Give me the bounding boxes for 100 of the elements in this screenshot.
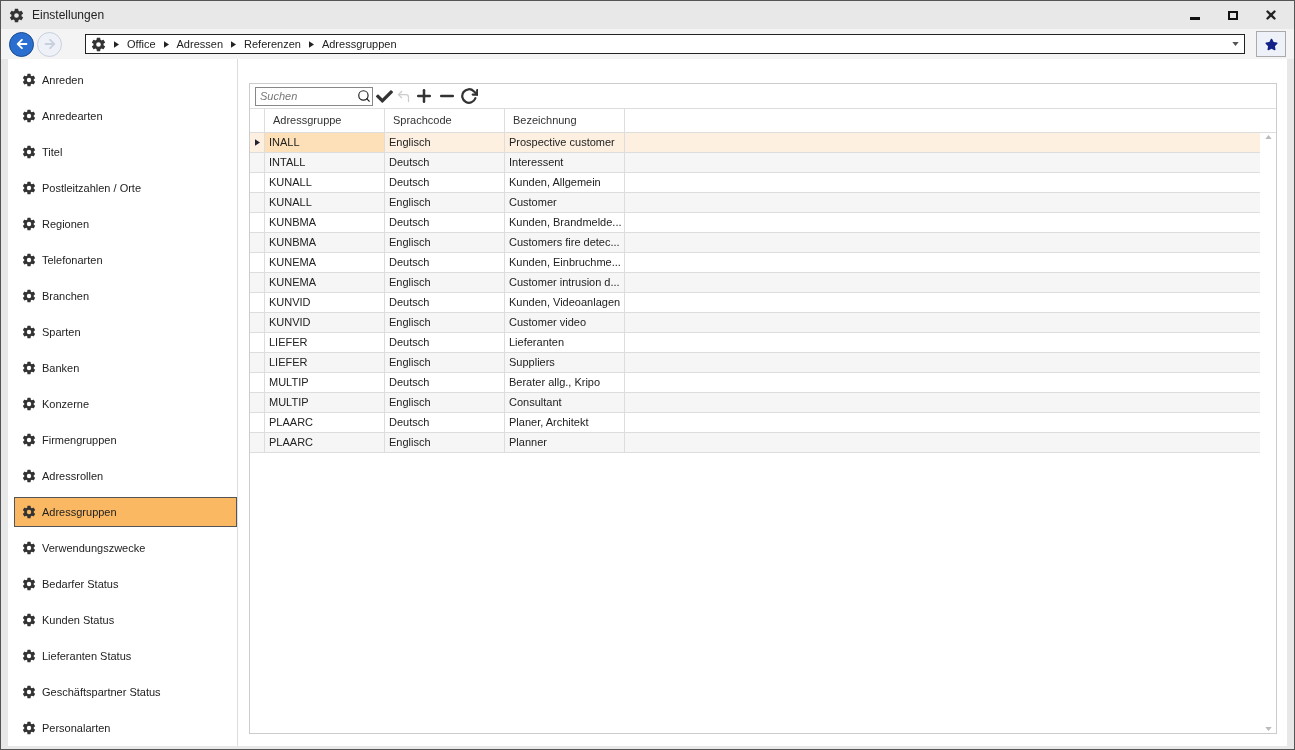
table-row[interactable]: INALL Englisch Prospective customer [250,133,1260,153]
table-cell: Customer intrusion d... [505,273,625,292]
table-cell: LIEFER [265,353,385,372]
sidebar-item[interactable]: Regionen [14,209,237,239]
forward-arrow-icon [43,38,56,50]
table-cell: KUNALL [265,173,385,192]
table-row[interactable]: KUNVID Deutsch Kunden, Videoanlagen [250,293,1260,313]
settings-icon [22,217,36,231]
table-cell: KUNVID [265,293,385,312]
add-icon[interactable] [414,86,434,106]
sidebar-item[interactable]: Adressgruppen [14,497,237,527]
sidebar-item[interactable]: Konzerne [14,389,237,419]
search-icon[interactable] [357,88,371,103]
sidebar-item[interactable]: Anreden [14,65,237,95]
dropdown-icon [1232,42,1239,46]
sidebar-item[interactable]: Anredearten [14,101,237,131]
settings-icon [22,469,36,483]
table-cell: INALL [265,133,385,152]
table-cell: KUNALL [265,193,385,212]
sidebar-item[interactable]: Sparten [14,317,237,347]
table-cell: Prospective customer [505,133,625,152]
settings-icon [22,685,36,699]
sidebar-item[interactable]: Postleitzahlen / Orte [14,173,237,203]
column-header[interactable]: Bezeichnung [505,109,625,132]
row-indicator-icon [254,139,260,146]
sidebar-item[interactable]: Verwendungszwecke [14,533,237,563]
table-row[interactable]: LIEFER Englisch Suppliers [250,353,1260,373]
sidebar-item[interactable]: Banken [14,353,237,383]
sidebar-item[interactable]: Geschäftspartner Status [14,677,237,707]
table-cell: Deutsch [385,173,505,192]
column-header[interactable]: Sprachcode [385,109,505,132]
table-cell: Kunden, Videoanlagen [505,293,625,312]
table-cell: Customer [505,193,625,212]
table-cell: Lieferanten [505,333,625,352]
table-cell: KUNEMA [265,273,385,292]
settings-icon [91,36,106,52]
settings-icon [22,397,36,411]
table-cell: PLAARC [265,413,385,432]
sidebar-item[interactable]: Lieferanten Status [14,641,237,671]
table-cell: Englisch [385,133,505,152]
table-row[interactable]: MULTIP Englisch Consultant [250,393,1260,413]
sidebar-item[interactable]: Firmengruppen [14,425,237,455]
table-row[interactable]: KUNBMA Englisch Customers fire detec... [250,233,1260,253]
table-cell: Deutsch [385,153,505,172]
scroll-up-icon [1264,135,1272,139]
settings-icon [22,721,36,735]
table-cell: Planer, Architekt [505,413,625,432]
table-cell: Consultant [505,393,625,412]
table-cell: Deutsch [385,213,505,232]
table-row[interactable]: PLAARC Deutsch Planer, Architekt [250,413,1260,433]
table-cell: KUNBMA [265,233,385,252]
breadcrumb-item[interactable]: Adressen [176,35,223,53]
sidebar-item[interactable]: Kunden Status [14,605,237,635]
settings-icon [22,541,36,555]
sidebar-item[interactable]: Branchen [14,281,237,311]
search-field[interactable]: Suchen [255,86,373,106]
breadcrumb-item[interactable]: Referenzen [244,35,301,53]
table-cell: Suppliers [505,353,625,372]
table-row[interactable]: KUNEMA Deutsch Kunden, Einbruchme... [250,253,1260,273]
table-cell: Deutsch [385,293,505,312]
sidebar-item[interactable]: Personalarten [14,713,237,743]
settings-icon [22,505,36,519]
address-bar[interactable]: Office Adressen Referenzen Adressgruppen [85,34,1245,54]
table-cell: Planner [505,433,625,452]
table-cell: Kunden, Allgemein [505,173,625,192]
sidebar-item[interactable]: Telefonarten [14,245,237,275]
table-cell: INTALL [265,153,385,172]
table-row[interactable]: KUNALL Englisch Customer [250,193,1260,213]
table-cell: Deutsch [385,413,505,432]
table-row[interactable]: KUNVID Englisch Customer video [250,313,1260,333]
breadcrumb-item[interactable]: Adressgruppen [321,35,397,53]
settings-icon [22,433,36,447]
table-row[interactable]: KUNEMA Englisch Customer intrusion d... [250,273,1260,293]
breadcrumb-item[interactable]: Office [127,35,156,53]
table-row[interactable]: MULTIP Deutsch Berater allg., Kripo [250,373,1260,393]
favorite-button[interactable] [1256,31,1286,57]
settings-icon [22,181,36,195]
table-row[interactable]: PLAARC Englisch Planner [250,433,1260,453]
table-row[interactable]: LIEFER Deutsch Lieferanten [250,333,1260,353]
table-row[interactable]: KUNALL Deutsch Kunden, Allgemein [250,173,1260,193]
refresh-icon[interactable] [460,87,478,105]
settings-icon [22,109,36,123]
back-button[interactable] [9,31,34,57]
settings-icon [9,7,24,23]
settings-icon [22,577,36,591]
table-row[interactable]: INTALL Deutsch Interessent [250,153,1260,173]
sidebar-item[interactable]: Bedarfer Status [14,569,237,599]
check-icon[interactable] [376,87,393,105]
settings-icon [22,325,36,339]
sidebar-item[interactable]: Titel [14,137,237,167]
table-cell: KUNVID [265,313,385,332]
table-cell: KUNEMA [265,253,385,272]
table-cell: MULTIP [265,373,385,392]
sidebar-item[interactable]: Adressrollen [14,461,237,491]
table-cell: Deutsch [385,253,505,272]
column-header[interactable]: Adressgruppe [265,109,385,132]
table-cell: Kunden, Brandmelde... [505,213,625,232]
table-row[interactable]: KUNBMA Deutsch Kunden, Brandmelde... [250,213,1260,233]
window-title: Einstellungen [32,7,105,24]
chevron-icon [231,40,236,48]
